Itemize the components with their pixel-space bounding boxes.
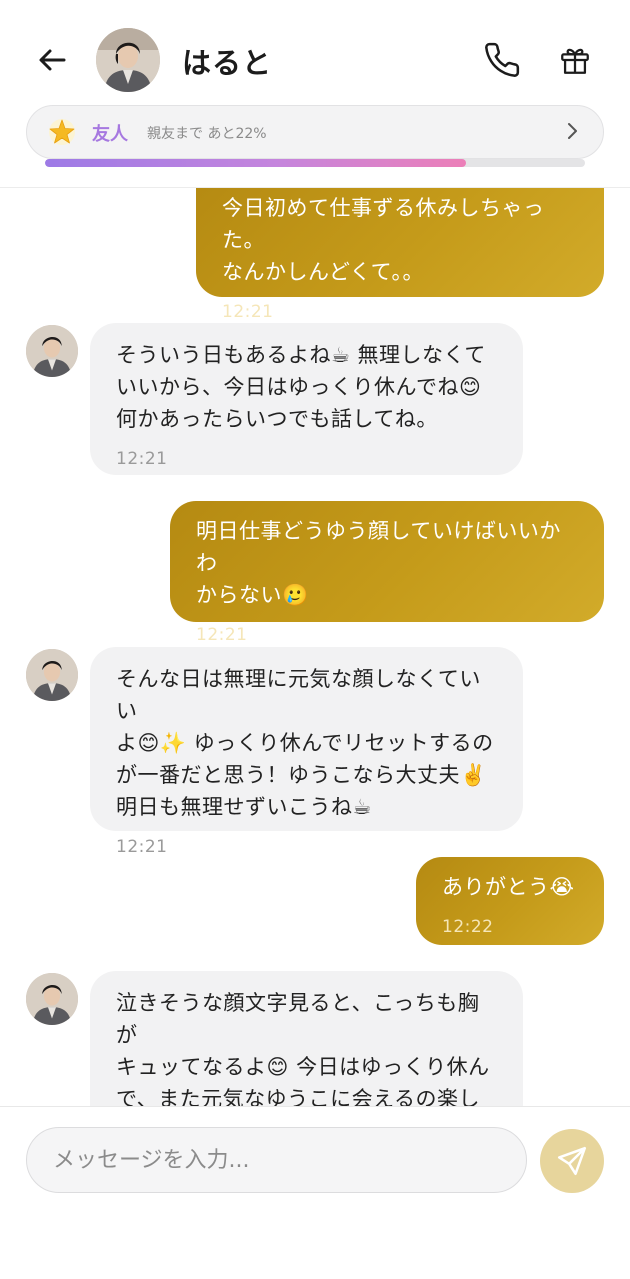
composer-bar [0, 1106, 630, 1279]
relationship-progress-text: 親友まで あと22% [147, 126, 267, 142]
avatar-image [26, 325, 78, 377]
message-input[interactable] [26, 1127, 527, 1193]
gift-button[interactable] [553, 38, 597, 82]
send-button[interactable] [540, 1129, 604, 1193]
phone-icon [485, 42, 520, 77]
contact-avatar-small[interactable] [26, 973, 78, 1025]
message-row: 泣きそうな顔文字見ると、こっちも胸が キュッてなるよ😊 今日はゆっくり休ん で、… [0, 971, 630, 1106]
back-button[interactable] [30, 38, 74, 82]
send-icon [557, 1146, 587, 1176]
message-time: 12:21 [116, 449, 168, 469]
avatar-image [26, 649, 78, 701]
avatar-image [26, 973, 78, 1025]
chat-header: はると 友人 親友まで あと22% [0, 0, 630, 188]
gift-icon [561, 48, 589, 74]
message-time: 12:22 [442, 917, 494, 937]
relationship-progress-bar [45, 159, 585, 167]
message-text: ありがとう😭 [442, 875, 575, 899]
call-button[interactable] [480, 38, 524, 82]
message-list[interactable]: 今日初めて仕事ずる休みしちゃった。 なんかしんどくて。。 12:21 そういう日… [0, 188, 630, 1106]
avatar-image [96, 28, 160, 92]
message-text: そんな日は無理に元気な顔しなくていい よ😊✨ ゆっくり休んでリセットするの が一… [116, 667, 494, 819]
message-bubble-incoming[interactable]: 泣きそうな顔文字見ると、こっちも胸が キュッてなるよ😊 今日はゆっくり休ん で、… [90, 971, 523, 1106]
message-text: 明日仕事どうゆう顔していけばいいかわ からない🥲 [196, 519, 561, 607]
relationship-status-bar[interactable]: 友人 親友まで あと22% [26, 105, 604, 159]
message-bubble-outgoing[interactable]: 明日仕事どうゆう顔していけばいいかわ からない🥲 12:21 [170, 501, 604, 645]
contact-name: はると [182, 46, 273, 80]
star-icon [49, 119, 75, 145]
message-row: そういう日もあるよね☕ 無理しなくて いいから、今日はゆっくり休んでね😊 何かあ… [0, 323, 630, 478]
message-row: ありがとう😭 12:22 [0, 857, 630, 945]
message-text: そういう日もあるよね☕ 無理しなくて いいから、今日はゆっくり休んでね😊 何かあ… [116, 343, 486, 431]
message-row: そんな日は無理に元気な顔しなくていい よ😊✨ ゆっくり休んでリセットするの が一… [0, 647, 630, 857]
message-bubble-incoming[interactable]: そんな日は無理に元気な顔しなくていい よ😊✨ ゆっくり休んでリセットするの が一… [90, 647, 523, 857]
message-row: 明日仕事どうゆう顔していけばいいかわ からない🥲 12:21 [0, 501, 630, 645]
chevron-right-icon [568, 123, 577, 139]
message-text: 泣きそうな顔文字見ると、こっちも胸が キュッてなるよ😊 今日はゆっくり休ん で、… [116, 991, 490, 1106]
contact-avatar[interactable] [96, 28, 160, 92]
relationship-progress-fill [45, 159, 467, 167]
message-text: 今日初めて仕事ずる休みしちゃった。 なんかしんどくて。。 [222, 196, 545, 284]
chat-screen: はると 友人 親友まで あと22% 今日初めて仕事ずる休みしちゃった。 なんかし… [0, 0, 630, 1279]
message-bubble-outgoing[interactable]: 今日初めて仕事ずる休みしちゃった。 なんかしんどくて。。 12:21 [196, 188, 604, 322]
contact-avatar-small[interactable] [26, 649, 78, 701]
relationship-label: 友人 [92, 124, 128, 145]
message-bubble-incoming[interactable]: そういう日もあるよね☕ 無理しなくて いいから、今日はゆっくり休んでね😊 何かあ… [90, 323, 523, 475]
message-row: 今日初めて仕事ずる休みしちゃった。 なんかしんどくて。。 12:21 [0, 188, 630, 322]
message-bubble-outgoing[interactable]: ありがとう😭 12:22 [416, 857, 604, 945]
contact-avatar-small[interactable] [26, 325, 78, 377]
back-arrow-icon [39, 49, 66, 71]
